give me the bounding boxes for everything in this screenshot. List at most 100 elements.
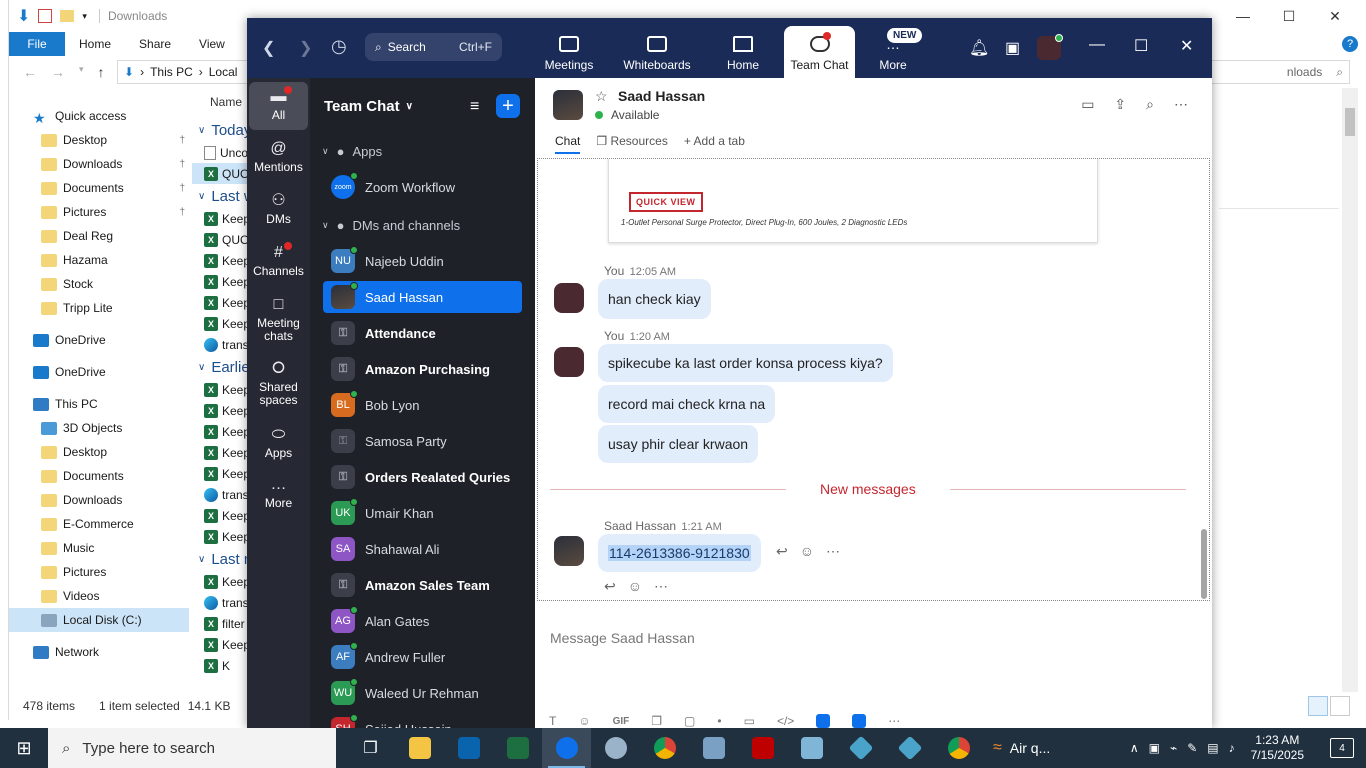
nav-item[interactable]: OneDrive <box>9 328 189 352</box>
group-last-month[interactable]: ∨ Last m <box>192 547 256 571</box>
more-icon[interactable]: ⋯ <box>654 578 668 595</box>
nav-item[interactable]: Music <box>9 536 189 560</box>
rail-channels[interactable]: # Channels <box>249 245 308 278</box>
download-arrow-icon[interactable]: ⬇ <box>17 6 30 26</box>
contact-item[interactable]: NU Najeeb Uddin <box>323 245 522 277</box>
rail-meeting-chats[interactable]: □ Meeting chats <box>249 297 308 343</box>
nav-item[interactable]: Tripp Lite <box>9 296 189 320</box>
reply-icon[interactable]: ↩ <box>604 578 616 595</box>
channel-item[interactable]: ⚿ Orders Realated Quries <box>323 461 522 493</box>
pen-icon[interactable]: ✎ <box>1187 741 1197 755</box>
avatar[interactable] <box>554 283 584 313</box>
help-icon[interactable]: ? <box>1342 36 1358 52</box>
tab-add[interactable]: + Add a tab <box>684 134 745 154</box>
file-explorer-icon[interactable] <box>395 728 444 768</box>
nav-item[interactable]: Deal Reg <box>9 224 189 248</box>
chrome-icon[interactable] <box>640 728 689 768</box>
contact-item[interactable]: SA Shahawal Ali <box>323 533 522 565</box>
usb-icon[interactable]: ⌁ <box>1170 741 1177 755</box>
video-message-icon[interactable]: ▭ <box>744 714 755 728</box>
nav-item[interactable]: Downloads † <box>9 152 189 176</box>
filter-icon[interactable]: ≡ <box>470 98 479 116</box>
search-button[interactable]: ⌕ Search Ctrl+F <box>365 33 502 61</box>
message-list[interactable]: QUICK VIEW 1-Outlet Personal Surge Prote… <box>537 158 1210 601</box>
file-row[interactable]: trans <box>192 334 252 355</box>
message-bubble[interactable]: usay phir clear krwaon <box>598 425 759 463</box>
chevron-up-icon[interactable]: ∧ <box>1130 741 1139 755</box>
tab-meetings[interactable]: Meetings <box>541 26 597 78</box>
rail-shared-spaces[interactable]: ⭘ Shared spaces <box>249 361 308 407</box>
contact-item[interactable]: AF Andrew Fuller <box>323 641 522 673</box>
nav-item[interactable]: This PC <box>9 392 189 416</box>
nav-item[interactable]: Documents † <box>9 176 189 200</box>
calendar-app-icon[interactable]: ▣ <box>1005 38 1020 58</box>
group-earlier[interactable]: ∨ Earlie <box>192 355 252 379</box>
weather-widget[interactable]: ≈ Air q... <box>993 739 1050 757</box>
bell-icon[interactable]: 🔔︎ <box>969 38 989 58</box>
message-bubble[interactable]: spikecube ka last order konsa process ki… <box>598 344 893 382</box>
file-row[interactable]: trans <box>192 484 252 505</box>
quick-view-button[interactable]: QUICK VIEW <box>629 192 703 212</box>
product-preview-card[interactable]: QUICK VIEW 1-Outlet Personal Surge Prote… <box>608 159 1098 243</box>
microphone-icon[interactable]: • <box>717 714 721 728</box>
file-row[interactable]: X Keep <box>192 313 252 334</box>
clock[interactable]: 1:23 AM 7/15/2025 <box>1251 733 1304 763</box>
rail-dms[interactable]: ⚇ DMs <box>249 193 308 226</box>
nav-item[interactable]: Downloads <box>9 488 189 512</box>
new-folder-icon[interactable] <box>60 10 75 22</box>
calculator-icon[interactable] <box>689 728 738 768</box>
new-chat-button[interactable]: + <box>496 94 520 118</box>
tab-team-chat[interactable]: Team Chat <box>784 26 855 78</box>
contact-item[interactable]: BL Bob Lyon <box>323 389 522 421</box>
tab-resources[interactable]: ❐ Resources <box>596 134 667 154</box>
more-icon[interactable]: ⋯ <box>826 543 840 560</box>
emoji-icon[interactable]: ☺ <box>578 714 590 728</box>
file-row[interactable]: X Keep <box>192 400 252 421</box>
message-bubble[interactable]: record mai check krna na <box>598 385 776 423</box>
remote-app-icon[interactable] <box>836 728 885 768</box>
file-row[interactable]: Unco <box>192 142 252 163</box>
maximize-icon[interactable]: ☐ <box>1266 0 1312 32</box>
nav-item[interactable]: Documents <box>9 464 189 488</box>
chrome-icon[interactable] <box>934 728 983 768</box>
properties-icon[interactable] <box>38 9 53 23</box>
file-row[interactable]: X Keep <box>192 505 252 526</box>
file-row[interactable]: X Keep <box>192 571 252 592</box>
volume-icon[interactable]: ♪ <box>1229 741 1235 755</box>
remote-app-icon[interactable] <box>885 728 934 768</box>
file-row[interactable]: X Keep <box>192 271 252 292</box>
file-row[interactable]: Xfilter <box>192 613 252 634</box>
reply-icon[interactable]: ↩ <box>776 543 788 560</box>
large-icons-view-icon[interactable] <box>1330 696 1350 716</box>
forward-icon[interactable]: ❯ <box>299 38 312 58</box>
app-zoom-workflow[interactable]: zoom Zoom Workflow <box>323 171 522 203</box>
file-row[interactable]: X QUO <box>192 229 252 250</box>
file-row[interactable]: X Keep <box>192 526 252 547</box>
history-icon[interactable]: ◷ <box>331 36 347 57</box>
file-row[interactable]: XK <box>192 655 252 676</box>
details-view-icon[interactable] <box>1308 696 1328 716</box>
nav-item[interactable]: OneDrive <box>9 360 189 384</box>
file-row[interactable]: X Keep <box>192 421 252 442</box>
ribbon-tab-view[interactable]: View <box>185 37 239 51</box>
emoji-icon[interactable]: ☺ <box>800 543 814 560</box>
back-icon[interactable]: ← <box>23 64 37 80</box>
rail-more[interactable]: … More <box>249 477 308 510</box>
file-icon[interactable]: ❐ <box>651 714 662 728</box>
start-button[interactable]: ⊞ <box>0 728 48 768</box>
message-bubble[interactable]: han check kiay <box>598 279 711 319</box>
nav-item[interactable]: Stock <box>9 272 189 296</box>
task-view-icon[interactable]: ❐ <box>346 728 395 768</box>
section-dms-channels[interactable]: ∨ ● DMs and channels <box>322 218 460 233</box>
avatar[interactable] <box>554 536 584 566</box>
outlook-icon[interactable] <box>444 728 493 768</box>
message-bubble[interactable]: 114-2613386-9121830 <box>598 534 761 572</box>
up-arrow-icon[interactable]: ↑ <box>98 64 105 80</box>
contact-avatar[interactable] <box>553 90 583 120</box>
scrollbar[interactable] <box>1342 88 1358 692</box>
gif-button[interactable]: GIF <box>613 716 630 727</box>
file-row[interactable]: trans <box>192 592 252 613</box>
address-bar[interactable]: ⬇ › This PC › Local <box>117 60 257 84</box>
file-row[interactable]: X Keep <box>192 634 252 655</box>
file-row[interactable]: X Keep <box>192 208 252 229</box>
